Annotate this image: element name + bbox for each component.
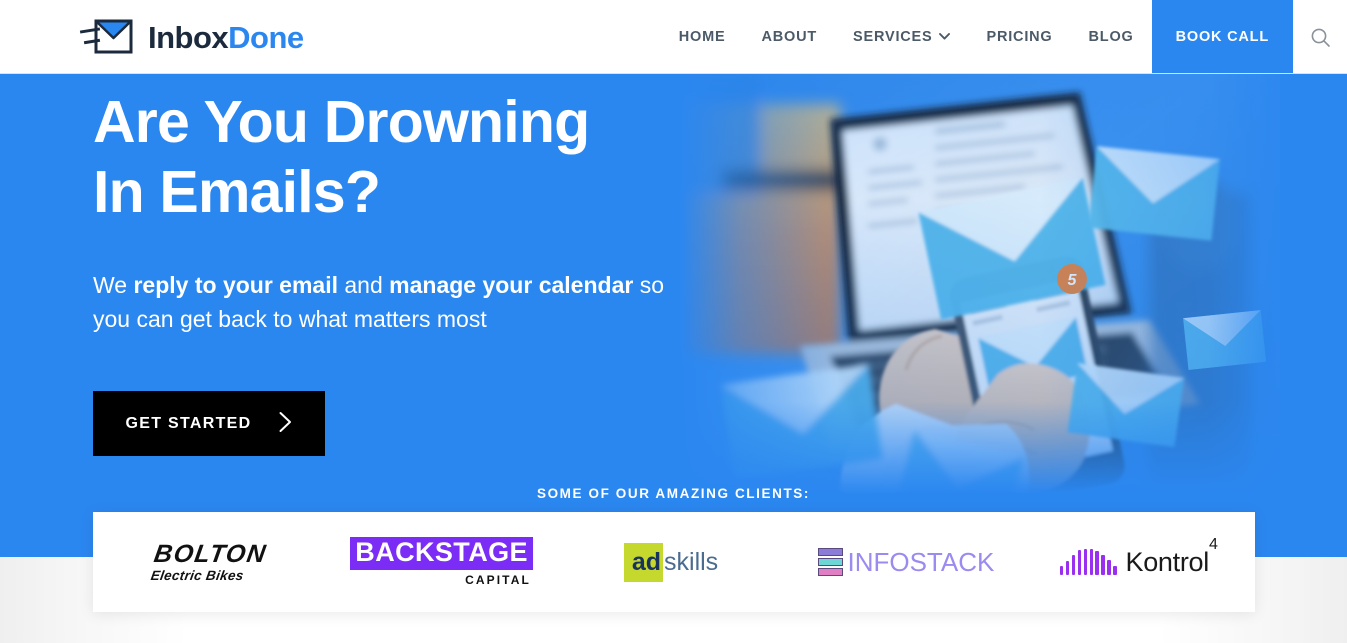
hero-sub-bold-1: reply to your email (133, 272, 338, 299)
envelope-send-icon (74, 16, 136, 58)
site-header: InboxDone HOME ABOUT SERVICES PRICING BL… (0, 0, 1347, 74)
hero-title-line-1: Are You Drowning (93, 89, 590, 155)
page-title: Are You Drowning In Emails? (93, 88, 713, 227)
nav-item-home[interactable]: HOME (661, 0, 744, 74)
client-logo-adskills[interactable]: ad skills (558, 512, 790, 612)
kontrol4-logo-mark: Kontrol4 (1060, 536, 1218, 578)
nav-label-book-call: BOOK CALL (1175, 29, 1269, 45)
logo-word-inbox: Inbox (148, 19, 229, 55)
bolton-logo-line-2: Electric Bikes (149, 567, 245, 583)
nav-item-book-call[interactable]: BOOK CALL (1151, 0, 1293, 74)
nav-label-services: SERVICES (853, 29, 933, 45)
nav-item-about[interactable]: ABOUT (743, 0, 835, 74)
chevron-right-icon (278, 411, 293, 437)
clients-heading: SOME OF OUR AMAZING CLIENTS: (536, 486, 811, 501)
infostack-logo-mark: INFOSTACK (818, 547, 994, 578)
bolton-logo-line-1: BOLTON (152, 539, 269, 568)
client-logo-backstage-capital[interactable]: BACKSTAGE CAPITAL (325, 512, 557, 612)
bolton-logo-mark: BOLTON Electric Bikes (149, 539, 269, 583)
hero-sub-mid: and (338, 272, 390, 299)
client-logos-card: BOLTON Electric Bikes BACKSTAGE CAPITAL … (93, 512, 1255, 612)
logo-wordmark: InboxDone (148, 22, 304, 53)
nav-label-home: HOME (678, 29, 726, 45)
search-icon (1310, 27, 1331, 48)
nav-label-about: ABOUT (761, 29, 818, 45)
nav-label-pricing: PRICING (986, 29, 1053, 45)
search-button[interactable] (1293, 0, 1347, 74)
get-started-button[interactable]: GET STARTED (93, 391, 325, 457)
hero-content: Are You Drowning In Emails? We reply to … (93, 88, 713, 457)
site-logo[interactable]: InboxDone (74, 0, 304, 74)
client-logo-bolton-electric-bikes[interactable]: BOLTON Electric Bikes (93, 512, 325, 612)
svg-text:5: 5 (1068, 272, 1078, 289)
stacked-bars-icon (818, 548, 844, 576)
client-logo-kontrol4[interactable]: Kontrol4 (1023, 512, 1255, 612)
hero-subtitle: We reply to your email and manage your c… (93, 268, 683, 336)
logo-word-done: Done (228, 19, 304, 55)
main-navigation: HOME ABOUT SERVICES PRICING BLOG BOOK CA… (661, 0, 1347, 74)
header-divider (0, 73, 1347, 74)
backstage-logo-line-2: CAPITAL (465, 572, 531, 587)
hero-section: 5 Are You Drowning In Emails? We reply t… (0, 74, 1347, 557)
get-started-label: GET STARTED (125, 414, 252, 432)
nav-label-blog: BLOG (1088, 29, 1134, 45)
backstage-logo-mark: BACKSTAGE CAPITAL (350, 537, 533, 587)
nav-item-pricing[interactable]: PRICING (968, 0, 1070, 74)
nav-item-blog[interactable]: BLOG (1071, 0, 1152, 74)
waveform-icon (1060, 549, 1117, 575)
client-logo-infostack[interactable]: INFOSTACK (790, 512, 1022, 612)
kontrol4-logo-text: Kontrol4 (1125, 536, 1218, 578)
kontrol4-superscript: 4 (1208, 536, 1218, 554)
adskills-logo-mark: ad skills (623, 542, 724, 582)
chevron-down-icon (939, 33, 951, 43)
infostack-logo-text: INFOSTACK (847, 546, 995, 577)
nav-item-services[interactable]: SERVICES (835, 0, 968, 74)
hero-sub-bold-2: manage your calendar (389, 272, 634, 299)
backstage-logo-line-1: BACKSTAGE (350, 537, 533, 570)
kontrol4-word: Kontrol (1125, 546, 1210, 577)
adskills-logo-part-2: skills (664, 547, 719, 576)
adskills-logo-part-1: ad (623, 542, 664, 582)
hero-image: 5 (680, 74, 1280, 494)
hero-sub-pre: We (93, 272, 134, 299)
hero-title-line-2: In Emails? (93, 158, 381, 225)
